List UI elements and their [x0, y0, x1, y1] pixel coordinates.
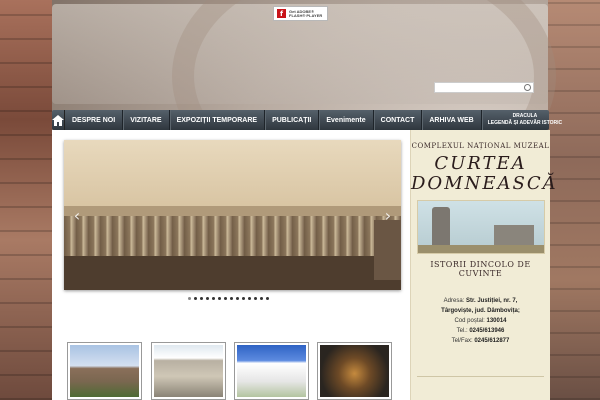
nav-item-dracula[interactable]: DRACULA LEGENDĂ ȘI ADEVĂR ISTORIC	[482, 110, 568, 130]
nav-item-publicatii[interactable]: PUBLICAȚII	[265, 110, 320, 130]
logo-top-text: COMPLEXUL NAȚIONAL MUZEAL	[411, 142, 550, 150]
slider-dot[interactable]	[206, 297, 209, 300]
nav-item-dracula-line1: DRACULA	[512, 113, 538, 119]
nav-item-contact[interactable]: CONTACT	[374, 110, 423, 130]
background-brick-left	[0, 0, 52, 400]
flash-icon: f	[277, 9, 286, 18]
slider-dot[interactable]	[224, 297, 227, 300]
flash-badge-line2: FLASH® PLAYER	[289, 12, 323, 18]
sidebar-panel: COMPLEXUL NAȚIONAL MUZEAL CURTEA DOMNEAS…	[410, 130, 558, 400]
telfax-label: Tel/Fax:	[451, 338, 473, 344]
nav-item-vizitare[interactable]: VIZITARE	[123, 110, 170, 130]
slider-dot[interactable]	[200, 297, 203, 300]
home-icon	[52, 114, 64, 126]
nav-item-despre-noi[interactable]: DESPRE NOI	[65, 110, 124, 130]
slider-dot[interactable]	[194, 297, 197, 300]
nav-item-expozitii-temporare[interactable]: EXPOZIȚII TEMPORARE	[170, 110, 266, 130]
chevron-right-icon: ›	[384, 206, 392, 225]
nav-item-evenimente[interactable]: Evenimente	[319, 110, 374, 130]
slider-pagination	[188, 297, 269, 300]
slider-dot[interactable]	[248, 297, 251, 300]
slider-dot[interactable]	[242, 297, 245, 300]
slider-dot[interactable]	[266, 297, 269, 300]
thumbnail-card-white-palace[interactable]	[234, 342, 309, 400]
slider-prev-button[interactable]: ‹	[70, 206, 84, 226]
slider-dot[interactable]	[236, 297, 239, 300]
slider-dot[interactable]	[260, 297, 263, 300]
sidebar-divider	[417, 376, 544, 377]
search-input[interactable]	[434, 82, 534, 93]
slider-dot[interactable]	[212, 297, 215, 300]
nav-item-arhiva-web[interactable]: ARHIVA WEB	[422, 110, 482, 130]
slider-next-button[interactable]: ›	[381, 206, 395, 226]
tel-label: Tel.:	[456, 328, 468, 334]
main-navigation: DESPRE NOI VIZITARE EXPOZIȚII TEMPORARE …	[52, 110, 562, 130]
address-value: Str. Justiției, nr. 7,	[466, 298, 518, 304]
slider-dot[interactable]	[218, 297, 221, 300]
image-slider[interactable]: ‹ ›	[64, 140, 401, 290]
thumbnail-card-museum-building[interactable]	[151, 342, 226, 400]
background-brick-right	[548, 0, 600, 400]
get-flash-player-button[interactable]: f Get ADOBE® FLASH® PLAYER	[273, 6, 328, 21]
logo-main-text: CURTEA DOMNEASCĂ	[411, 153, 558, 194]
nav-home-button[interactable]	[52, 110, 65, 130]
slider-dot[interactable]	[254, 297, 257, 300]
nav-item-dracula-line2: LEGENDĂ ȘI ADEVĂR ISTORIC	[487, 120, 563, 126]
postal-value: 130014	[486, 318, 507, 324]
museum-logo[interactable]: COMPLEXUL NAȚIONAL MUZEAL CURTEA DOMNEAS…	[411, 142, 558, 278]
postal-label: Cod poștal:	[454, 318, 485, 324]
tel-value: 0245/613946	[469, 328, 505, 334]
logo-tagline: ISTORII DINCOLO DE CUVINTE	[430, 260, 531, 278]
chevron-left-icon: ‹	[73, 206, 81, 225]
logo-ruins-image	[416, 200, 545, 254]
address-city: Târgoviște, jud. Dâmbovița;	[441, 308, 520, 314]
slider-dot[interactable]	[230, 297, 233, 300]
thumbnail-card-monastery[interactable]	[67, 342, 142, 400]
contact-address: Adresa: Str. Justiției, nr. 7, Târgovișt…	[411, 296, 550, 346]
thumbnail-card-figures[interactable]	[317, 342, 392, 400]
slider-dot[interactable]	[188, 297, 191, 300]
search-icon[interactable]	[524, 84, 531, 91]
address-label: Adresa:	[443, 298, 465, 304]
telfax-value: 0245/612877	[474, 338, 510, 344]
